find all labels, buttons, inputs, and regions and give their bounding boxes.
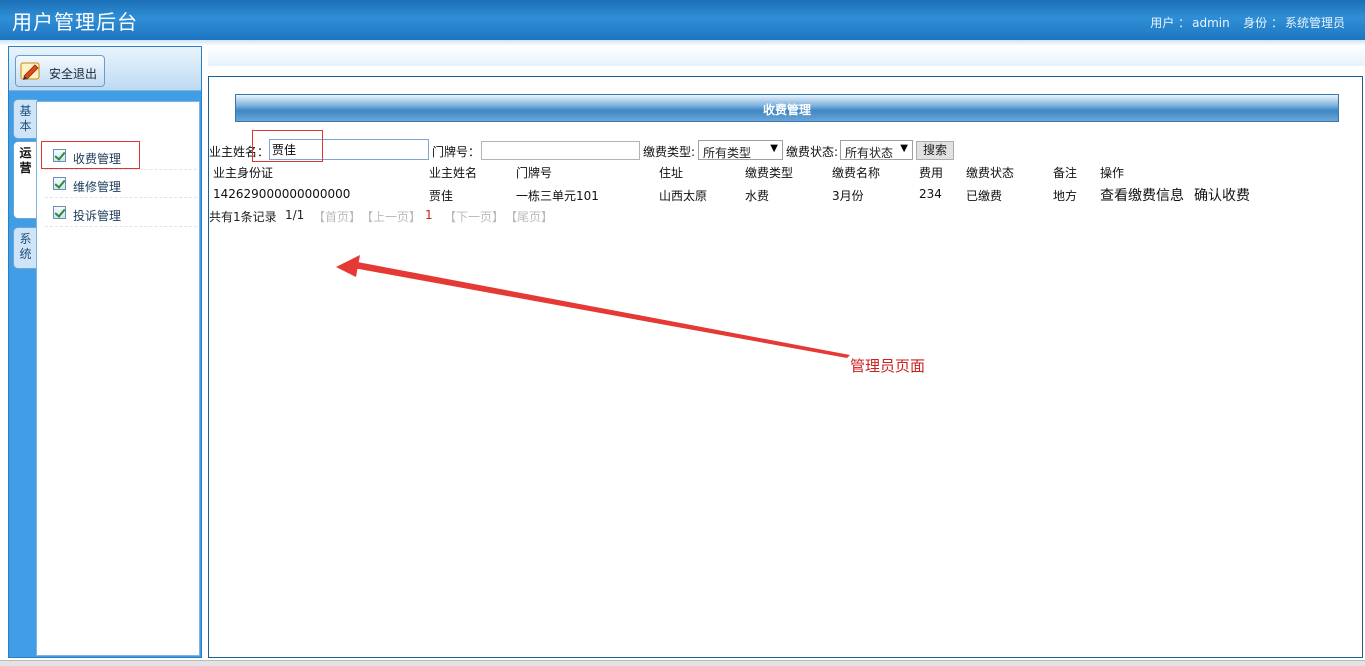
fee-status-label: 缴费状态:: [786, 145, 839, 159]
sidebar: 安全退出 基 本 运 营 系 统 收费管理 维修管理 投诉管理: [8, 46, 202, 658]
door-number-input[interactable]: [481, 141, 640, 160]
column-header: 备注: [1053, 166, 1078, 180]
current-page: 1: [425, 208, 433, 222]
door-number-label: 门牌号：: [432, 145, 481, 159]
annotation-text: 管理员页面: [850, 357, 926, 375]
page-info: 1/1: [285, 208, 305, 222]
checkbox-icon: [53, 177, 66, 190]
bottom-strip: [0, 660, 1365, 666]
dropdown-arrow-icon: ▼: [770, 143, 778, 154]
logout-bar: 安全退出: [9, 47, 201, 91]
sidebar-item-label: 投诉管理: [73, 209, 122, 223]
fee-type-label: 缴费类型:: [643, 145, 696, 159]
annotation-highlight-box: [41, 141, 140, 169]
cell-remark: 地方: [1053, 189, 1078, 203]
annotation-arrow: [336, 255, 850, 358]
cell-id-card: 142629000000000000: [213, 187, 351, 201]
table-header: 业主身份证 业主姓名 门牌号 住址 缴费类型 缴费名称 费用 缴费状态 备注 操…: [209, 164, 1359, 182]
column-header: 缴费类型: [745, 166, 794, 180]
fee-status-select[interactable]: 所有状态 ▼: [840, 140, 913, 160]
logout-button[interactable]: 安全退出: [15, 55, 105, 87]
confirm-fee-link[interactable]: 确认收费: [1194, 185, 1250, 205]
tab-system[interactable]: 系 统: [13, 227, 37, 269]
last-page-link[interactable]: 【尾页】: [505, 208, 553, 225]
column-header: 操作: [1100, 166, 1125, 180]
sidebar-item-complaint-management[interactable]: 投诉管理: [45, 201, 197, 227]
prev-page-link[interactable]: 【上一页】: [361, 208, 421, 225]
dropdown-arrow-icon: ▼: [900, 143, 908, 154]
column-header: 缴费名称: [832, 166, 881, 180]
table-row: 142629000000000000 贾佳 一栋三单元101 山西太原 水费 3…: [209, 187, 1359, 207]
content-top-band: [208, 46, 1365, 66]
cell-status: 已缴费: [966, 189, 1003, 203]
sidebar-item-repair-management[interactable]: 维修管理: [45, 172, 197, 198]
user-label: 用户 ：: [1150, 16, 1191, 30]
role-name: 系统管理员: [1284, 16, 1345, 30]
column-header: 业主姓名: [429, 166, 478, 180]
record-count: 共有1条记录: [209, 210, 277, 224]
logout-label: 安全退出: [49, 67, 98, 81]
search-button[interactable]: 搜索: [916, 141, 954, 160]
fee-type-selected: 所有类型: [703, 146, 752, 160]
pagination: 共有1条记录 1/1 【首页】 【上一页】 1 【下一页】 【尾页】: [209, 208, 809, 226]
search-bar: 业主姓名： 门牌号： 缴费类型: 所有类型 ▼ 缴费状态: 所有状态 ▼ 搜索: [209, 139, 1359, 161]
sidebar-menu-panel: 收费管理 维修管理 投诉管理: [36, 101, 200, 656]
cell-fee-type: 水费: [745, 189, 770, 203]
column-header: 业主身份证: [213, 166, 274, 180]
annotation-highlight-box: [252, 130, 323, 162]
view-fee-info-link[interactable]: 查看缴费信息: [1100, 185, 1184, 205]
user-info: 用户 ： admin 身份 ：系统管理员: [1148, 14, 1345, 31]
checkbox-icon: [53, 206, 66, 219]
main-content: 收费管理 业主姓名： 门牌号： 缴费类型: 所有类型 ▼ 缴费状态: 所有状态 …: [208, 76, 1363, 658]
user-name: admin: [1192, 16, 1230, 30]
column-header: 缴费状态: [966, 166, 1015, 180]
role-label: 身份 ：: [1243, 16, 1283, 30]
section-header: 收费管理: [235, 94, 1339, 122]
column-header: 住址: [659, 166, 684, 180]
tab-operations[interactable]: 运 营: [13, 141, 37, 219]
fee-type-select[interactable]: 所有类型 ▼: [698, 140, 783, 160]
cell-fee-name: 3月份: [832, 189, 864, 203]
app-title: 用户管理后台: [12, 10, 138, 34]
next-page-link[interactable]: 【下一页】: [444, 208, 504, 225]
tab-basic[interactable]: 基 本: [13, 99, 37, 139]
first-page-link[interactable]: 【首页】: [313, 208, 361, 225]
pencil-icon: [20, 62, 40, 80]
section-title: 收费管理: [762, 103, 811, 117]
column-header: 门牌号: [516, 166, 553, 180]
app-header: 用户管理后台 用户 ： admin 身份 ：系统管理员: [0, 0, 1365, 40]
cell-door-number: 一栋三单元101: [516, 189, 599, 203]
column-header: 费用: [919, 166, 944, 180]
fee-status-selected: 所有状态: [845, 146, 894, 160]
sidebar-item-label: 维修管理: [73, 180, 122, 194]
cell-fee: 234: [919, 187, 942, 201]
cell-owner-name: 贾佳: [429, 189, 454, 203]
cell-address: 山西太原: [659, 189, 708, 203]
